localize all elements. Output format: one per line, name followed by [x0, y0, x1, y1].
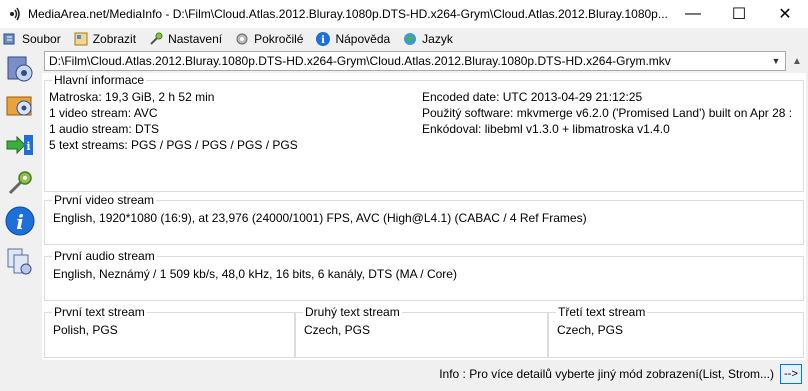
compare-files-icon[interactable]	[4, 245, 36, 277]
text-stream-title: Druhý text stream	[303, 305, 402, 319]
help-icon: i	[315, 31, 331, 47]
menu-label: Nastavení	[168, 31, 223, 46]
text-stream-group: První text stream Polish, PGS	[44, 305, 295, 358]
menu-soubor[interactable]: Soubor	[2, 31, 61, 47]
minimize-button[interactable]: —	[670, 0, 716, 28]
file-select-value: D:\Film\Cloud.Atlas.2012.Bluray.1080p.DT…	[49, 54, 671, 68]
status-text: Info : Pro více detailů vyberte jiný mód…	[439, 367, 774, 381]
preferences-icon[interactable]	[4, 167, 36, 199]
maximize-button[interactable]: ☐	[716, 0, 762, 28]
audio-stream-info: English, Neznámý / 1 509 kb/s, 48,0 kHz,…	[53, 267, 457, 281]
close-button[interactable]: ✕	[762, 0, 808, 28]
settings-icon	[148, 31, 164, 47]
general-info-line: Matroska: 19,3 GiB, 2 h 52 min	[49, 90, 215, 104]
left-toolbar: i i	[0, 49, 42, 391]
scroll-up-icon[interactable]: ▲	[788, 51, 806, 71]
file-icon	[2, 31, 18, 47]
text-stream-info: Czech, PGS	[557, 323, 624, 337]
general-info-line: 1 video stream: AVC	[49, 106, 158, 120]
menu-label: Pokročilé	[254, 31, 304, 46]
text-stream-title: První text stream	[52, 305, 147, 319]
language-icon	[402, 31, 418, 47]
text-stream-info: Polish, PGS	[53, 323, 118, 337]
general-info-line: 5 text streams: PGS / PGS / PGS / PGS / …	[49, 138, 298, 152]
general-info-line: Encoded date: UTC 2013-04-29 21:12:25	[422, 90, 643, 104]
video-stream-title: První video stream	[52, 193, 157, 207]
open-folder-icon[interactable]	[4, 89, 36, 121]
menu-napoveda[interactable]: i Nápověda	[315, 31, 390, 47]
general-info-line: Použitý software: mkvmerge v6.2.0 ('Prom…	[422, 106, 793, 120]
mediainfo-app-icon	[6, 6, 22, 22]
audio-stream-title: První audio stream	[52, 249, 157, 263]
general-info-group: Hlavní informace Matroska: 19,3 GiB, 2 h…	[44, 73, 804, 192]
video-stream-group: První video stream English, 1920*1080 (1…	[44, 193, 804, 245]
menu-zobrazit[interactable]: Zobrazit	[73, 31, 136, 47]
audio-stream-group: První audio stream English, Neznámý / 1 …	[44, 249, 804, 301]
menu-label: Soubor	[22, 31, 61, 46]
general-info-title: Hlavní informace	[52, 73, 147, 87]
general-info-line: 1 audio stream: DTS	[49, 122, 160, 136]
menu-label: Nápověda	[335, 31, 391, 46]
general-info-line: Enkódoval: libebml v1.3.0 + libmatroska …	[422, 122, 670, 136]
title-bar: MediaArea.net/MediaInfo - D:\Film\Cloud.…	[0, 0, 808, 28]
info-icon[interactable]: i	[4, 205, 36, 237]
menu-label: Jazyk	[422, 31, 453, 46]
video-stream-info: English, 1920*1080 (16:9), at 23,976 (24…	[53, 211, 587, 225]
next-view-button[interactable]: -->	[780, 364, 802, 384]
open-file-icon[interactable]	[4, 53, 36, 85]
info-panel: Hlavní informace Matroska: 19,3 GiB, 2 h…	[42, 73, 806, 360]
advanced-icon	[234, 31, 250, 47]
menu-nastaveni[interactable]: Nastavení	[148, 31, 222, 47]
status-bar: Info : Pro více detailů vyberte jiný mód…	[42, 363, 808, 387]
menu-jazyk[interactable]: Jazyk	[402, 31, 453, 47]
text-stream-info: Czech, PGS	[304, 323, 371, 337]
text-stream-group: Třetí text stream Czech, PGS	[548, 305, 804, 358]
svg-text:i: i	[322, 35, 326, 46]
export-icon[interactable]: i	[4, 129, 36, 161]
svg-text:i: i	[26, 140, 30, 153]
view-icon	[73, 31, 89, 47]
window-title: MediaArea.net/MediaInfo - D:\Film\Cloud.…	[28, 7, 668, 21]
chevron-down-icon[interactable]: ▼	[767, 52, 785, 70]
text-stream-title: Třetí text stream	[556, 305, 648, 319]
svg-text:i: i	[16, 210, 24, 234]
menu-bar: Soubor Zobrazit Nastavení Pokročilé i Ná…	[0, 28, 808, 49]
text-stream-group: Druhý text stream Czech, PGS	[295, 305, 548, 358]
menu-pokrocile[interactable]: Pokročilé	[234, 31, 303, 47]
menu-label: Zobrazit	[92, 31, 137, 46]
file-select[interactable]: D:\Film\Cloud.Atlas.2012.Bluray.1080p.DT…	[44, 51, 786, 71]
